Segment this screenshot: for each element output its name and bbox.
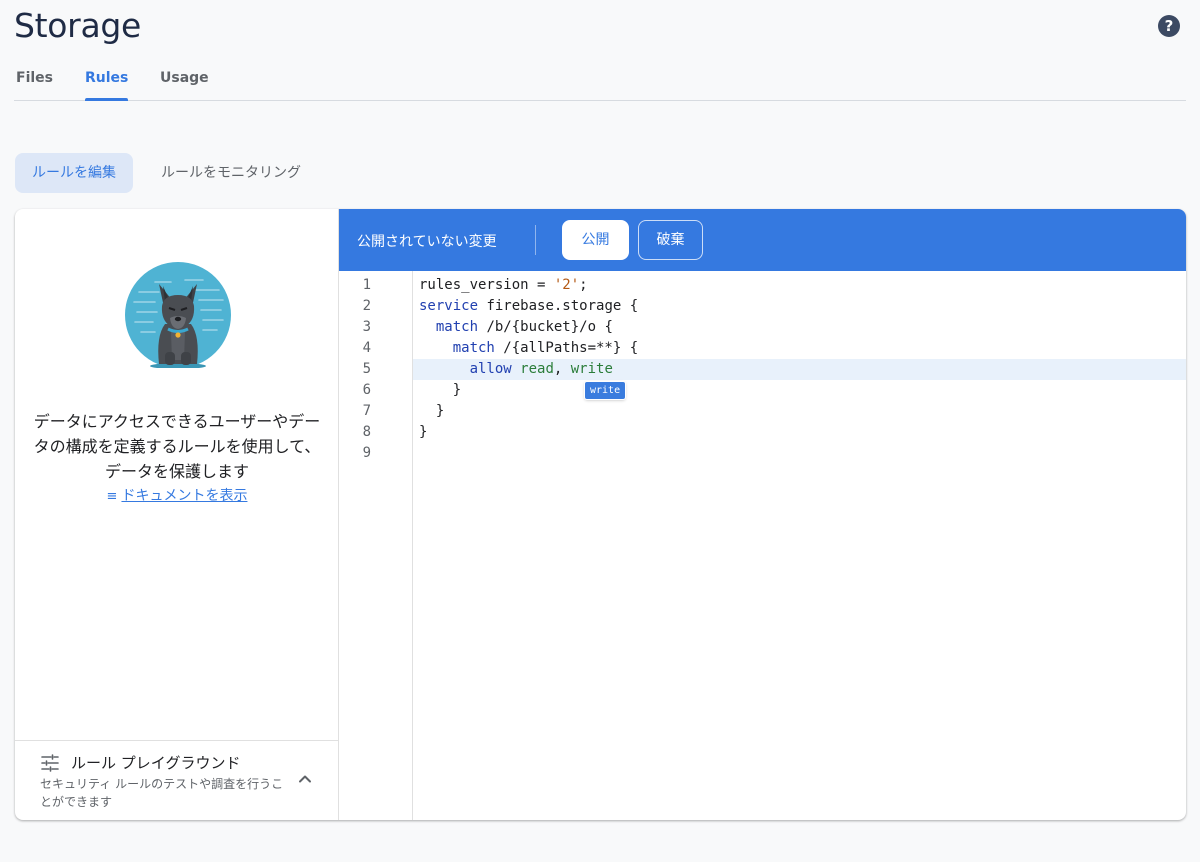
code-line: } (419, 403, 445, 419)
line-number: 5 (362, 361, 371, 377)
playground-title: ルール プレイグラウンド (71, 754, 241, 772)
chevron-up-icon[interactable] (297, 771, 313, 787)
line-number: 2 (362, 298, 371, 314)
line-number: 6 (362, 382, 371, 398)
rules-description: データにアクセスできるユーザーやデータの構成を定義するルールを使用して、データを… (33, 412, 321, 481)
code-line: } (419, 382, 462, 398)
view-docs-link[interactable]: ≡ ドキュメントを表示 (15, 485, 339, 505)
line-number: 1 (362, 277, 371, 293)
tune-sliders-icon (41, 754, 59, 772)
subtab-edit-rules[interactable]: ルールを編集 (15, 153, 133, 193)
discard-button[interactable]: 破棄 (638, 220, 703, 260)
info-panel: データにアクセスできるユーザーやデータの構成を定義するルールを使用して、データを… (15, 209, 339, 820)
autocomplete-suggestion[interactable]: write (585, 382, 626, 399)
tab-rules[interactable]: Rules (85, 70, 128, 86)
line-number: 9 (362, 445, 371, 461)
line-number-gutter: 1 2 3 4 5 6 7 8 9 (339, 271, 413, 820)
rules-editor: 公開されていない変更 公開 破棄 1 2 3 4 5 6 7 8 9 rules… (339, 209, 1186, 820)
publish-button[interactable]: 公開 (562, 220, 629, 260)
document-lines-icon: ≡ (106, 489, 118, 504)
help-icon[interactable]: ? (1158, 15, 1180, 37)
tab-bar: Files Rules Usage (14, 70, 1186, 101)
code-area[interactable]: rules_version = '2'; service firebase.st… (413, 271, 1186, 820)
subtab-monitor-rules[interactable]: ルールをモニタリング (144, 153, 318, 193)
code-line: allow read, write (419, 361, 613, 377)
code-line: rules_version = '2'; (419, 277, 588, 293)
tab-usage[interactable]: Usage (160, 70, 209, 86)
unpublished-changes-label: 公開されていない変更 (357, 234, 497, 250)
dog-illustration (125, 262, 231, 368)
code-line: match /b/{bucket}/o { (419, 319, 613, 335)
code-line: match /{allPaths=**} { (419, 340, 639, 356)
page-title: Storage (14, 6, 142, 45)
view-docs-label[interactable]: ドキュメントを表示 (121, 488, 247, 504)
bar-divider (535, 225, 536, 255)
rules-card: データにアクセスできるユーザーやデータの構成を定義するルールを使用して、データを… (15, 209, 1186, 820)
active-tab-indicator (85, 98, 128, 101)
tab-files[interactable]: Files (16, 70, 53, 86)
playground-subtitle: セキュリティ ルールのテストや調査を行うことができます (40, 777, 284, 809)
code-line: } (419, 424, 428, 440)
line-number: 8 (362, 424, 371, 440)
line-number: 3 (362, 319, 371, 335)
code-line: service firebase.storage { (419, 298, 639, 314)
rules-playground[interactable]: ルール プレイグラウンド セキュリティ ルールのテストや調査を行うことができます (15, 740, 339, 820)
line-number: 4 (362, 340, 371, 356)
line-number: 7 (362, 403, 371, 419)
publish-bar: 公開されていない変更 公開 破棄 (339, 209, 1186, 271)
